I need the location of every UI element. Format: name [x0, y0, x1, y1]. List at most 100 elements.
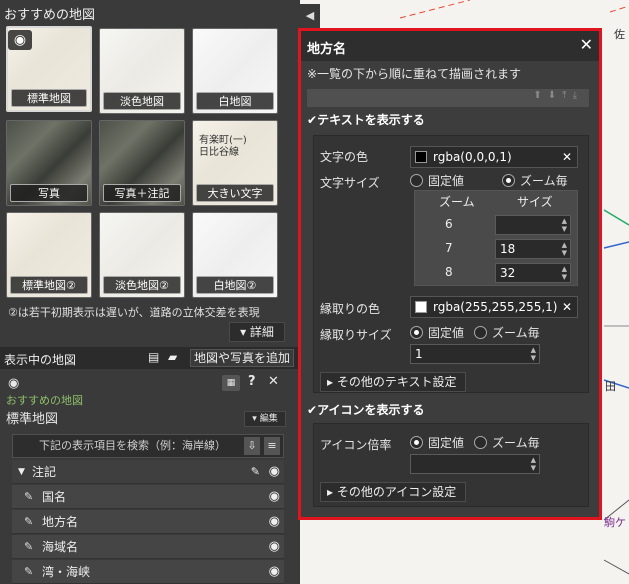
caret-down-icon[interactable]: ▼ — [18, 460, 25, 484]
outline-color-label: 縁取りの色 — [320, 302, 381, 316]
thumb-pale-map-2[interactable]: 淡色地図② — [99, 212, 185, 298]
thumb-photo-annotated[interactable]: 写真＋注記 — [99, 120, 185, 206]
outline-color-field[interactable]: rgba(255,255,255,1) ✕ — [410, 296, 578, 318]
text-color-value: rgba(0,0,0,1) — [433, 150, 512, 164]
spinner-icon[interactable]: ▲ ▼ — [562, 241, 567, 257]
current-map-name: 標準地図 — [6, 412, 59, 427]
radio-dot[interactable] — [410, 436, 423, 449]
radio-dot[interactable] — [474, 326, 487, 339]
help-icon[interactable]: ? — [248, 374, 256, 389]
outline-size-input[interactable]: 1 ▲ ▼ — [410, 344, 540, 364]
document-icon[interactable]: ▤ — [148, 350, 159, 364]
clear-icon[interactable]: ✕ — [562, 147, 572, 167]
thumb-label: 大きい文字 — [196, 184, 274, 202]
dialog-title: 地方名 — [307, 42, 347, 57]
size-input[interactable]: 32 ▲ ▼ — [495, 263, 571, 283]
tree-row[interactable]: ✎ 地方名 ◉ — [12, 510, 284, 534]
pencil-icon[interactable]: ✎ — [251, 460, 260, 484]
clear-icon[interactable]: ✕ — [562, 297, 572, 317]
more-text-settings-label: その他のテキスト設定 — [336, 375, 457, 389]
collapse-panel-button[interactable]: ◀ — [300, 4, 320, 28]
radio-dot[interactable] — [502, 174, 515, 187]
menu-icon[interactable]: ≡ — [264, 437, 280, 455]
icon-section-heading[interactable]: ✔アイコンを表示する — [307, 401, 424, 418]
showing-maps-bar: 表示中の地図 ▤ ▰ 地図や写真を追加 — [0, 347, 300, 369]
pencil-icon[interactable]: ✎ — [24, 485, 33, 509]
tree-row[interactable]: ✎ 国名 ◉ — [12, 485, 284, 509]
size-value: 18 — [500, 242, 516, 256]
showing-maps-header: 表示中の地図 — [4, 353, 77, 367]
icon-scale-label: アイコン倍率 — [320, 438, 392, 452]
more-icon-settings-button[interactable]: ▸ その他のアイコン設定 — [320, 482, 466, 502]
icon-fixed-radio[interactable]: 固定値 — [410, 434, 464, 451]
radio-dot[interactable] — [474, 436, 487, 449]
more-text-settings-button[interactable]: ▸ その他のテキスト設定 — [320, 372, 466, 392]
spinner-icon[interactable]: ▲ ▼ — [531, 456, 536, 472]
spinner-icon[interactable]: ▲ ▼ — [562, 217, 567, 233]
eye-icon[interactable]: ◉ — [269, 510, 280, 534]
eye-icon[interactable]: ◉ — [269, 485, 280, 509]
close-icon[interactable]: ✕ — [580, 35, 593, 54]
eye-icon[interactable]: ◉ — [8, 30, 32, 50]
detail-button[interactable]: ▾ 詳細 — [229, 322, 285, 342]
eye-icon[interactable]: ◉ — [8, 376, 19, 391]
radio-label: 固定値 — [428, 326, 465, 340]
text-color-field[interactable]: rgba(0,0,0,1) ✕ — [410, 146, 578, 168]
tree-row-annotation[interactable]: ▼ 注記 ✎ ◉ — [12, 460, 284, 484]
thumb-label: 淡色地図② — [103, 276, 181, 294]
reorder-arrows-icon[interactable]: ⬆⬇⤒⤓ — [533, 90, 583, 101]
radio-label: ズーム毎 — [492, 326, 540, 340]
layer-style-dialog: 地方名 ✕ ※一覧の下から順に重ねて描画されます ⬆⬇⤒⤓ ✔テキストを表示する… — [298, 28, 602, 520]
tree-row-label: 地方名 — [42, 515, 79, 529]
radio-label: 固定値 — [428, 174, 465, 188]
table-header-size: サイズ — [517, 195, 553, 209]
outline-fixed-radio[interactable]: 固定値 — [410, 324, 464, 341]
thumb-label: 白地図 — [196, 92, 274, 110]
add-map-button[interactable]: 地図や写真を追加 — [190, 349, 294, 367]
pencil-icon[interactable]: ✎ — [24, 560, 33, 584]
thumb-blank-map-2[interactable]: 白地図② — [192, 212, 278, 298]
edit-button[interactable]: ▾ 編集 — [244, 411, 286, 427]
outline-size-value: 1 — [415, 347, 423, 361]
spinner-icon[interactable]: ▲ ▼ — [562, 265, 567, 281]
radio-dot[interactable] — [410, 174, 423, 187]
size-zoom-radio[interactable]: ズーム毎 — [502, 172, 568, 189]
zoom-level: 7 — [445, 241, 453, 255]
map-label: 佐 — [614, 28, 625, 41]
size-fixed-radio[interactable]: 固定値 — [410, 172, 464, 189]
folder-icon[interactable]: ▰ — [168, 350, 177, 364]
map-label: 田 — [605, 380, 616, 393]
thumb-photo[interactable]: 写真 — [6, 120, 92, 206]
download-icon[interactable]: ⇩ — [244, 437, 260, 455]
caret-down-icon: ▾ — [252, 414, 260, 424]
more-icon-settings-label: その他のアイコン設定 — [336, 485, 457, 499]
spinner-icon[interactable]: ▲ ▼ — [531, 346, 536, 362]
icon-zoom-radio[interactable]: ズーム毎 — [474, 434, 540, 451]
thumb-standard-map-2[interactable]: 標準地図② — [6, 212, 92, 298]
check-icon[interactable]: ✔ — [307, 113, 317, 127]
eye-icon[interactable]: ◉ — [269, 535, 280, 559]
caret-right-icon: ▸ — [327, 485, 337, 499]
size-input[interactable]: ▲ ▼ — [495, 215, 571, 235]
checker-icon[interactable]: ▦ — [222, 375, 240, 391]
tree-row[interactable]: ✎ 湾・海峡 ◉ — [12, 560, 284, 584]
radio-dot[interactable] — [410, 326, 423, 339]
thumb-blank-map[interactable]: 白地図 — [192, 28, 278, 114]
tree-row[interactable]: ✎ 海域名 ◉ — [12, 535, 284, 559]
size-input[interactable]: 18 ▲ ▼ — [495, 239, 571, 259]
outline-zoom-radio[interactable]: ズーム毎 — [474, 324, 540, 341]
eye-icon[interactable]: ◉ — [269, 560, 280, 584]
size-value: 32 — [500, 266, 516, 280]
pencil-icon[interactable]: ✎ — [24, 535, 33, 559]
text-section-heading[interactable]: ✔テキストを表示する — [307, 111, 425, 128]
thumb-pale-map[interactable]: 淡色地図 — [99, 28, 185, 114]
outline-size-label: 縁取りサイズ — [320, 328, 392, 342]
pencil-icon[interactable]: ✎ — [24, 510, 33, 534]
zoom-level: 8 — [445, 265, 453, 279]
icon-scale-input[interactable]: ▲ ▼ — [410, 454, 540, 474]
check-icon[interactable]: ✔ — [307, 403, 317, 417]
text-color-label: 文字の色 — [320, 150, 369, 164]
close-icon[interactable]: ✕ — [268, 374, 279, 389]
eye-icon[interactable]: ◉ — [269, 460, 280, 484]
thumb-large-text[interactable]: 有楽町(一) 日比谷線 大きい文字 — [192, 120, 278, 206]
